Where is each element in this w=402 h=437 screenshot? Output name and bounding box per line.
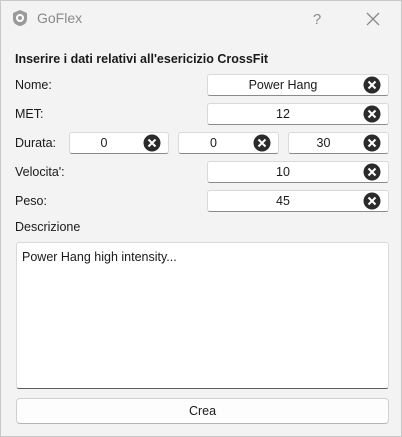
met-clear-icon[interactable] [363, 105, 381, 123]
durata-hours-field[interactable]: 0 [69, 132, 169, 154]
peso-field[interactable]: 45 [207, 190, 389, 212]
nome-clear-icon[interactable] [363, 76, 381, 94]
velocita-clear-icon[interactable] [363, 163, 381, 181]
descrizione-value: Power Hang high intensity... [22, 250, 177, 264]
durata-minutes-value: 0 [210, 136, 217, 150]
velocita-label: Velocita': [15, 165, 65, 179]
velocita-value: 10 [276, 165, 290, 179]
close-icon [366, 12, 380, 26]
peso-clear-icon[interactable] [363, 192, 381, 210]
window-title: GoFlex [37, 10, 83, 26]
close-button[interactable] [353, 5, 393, 33]
descrizione-label: Descrizione [15, 220, 81, 234]
peso-label: Peso: [15, 194, 47, 208]
met-value: 12 [276, 107, 290, 121]
title-bar: GoFlex ? [1, 1, 401, 37]
nome-field[interactable]: Power Hang [207, 74, 389, 96]
durata-label: Durata: [15, 136, 56, 150]
goflex-app-icon [11, 9, 29, 27]
durata-minutes-field[interactable]: 0 [178, 132, 279, 154]
durata-minutes-clear-icon[interactable] [253, 134, 271, 152]
nome-value: Power Hang [248, 78, 318, 92]
durata-hours-clear-icon[interactable] [143, 134, 161, 152]
question-mark-icon: ? [312, 10, 322, 28]
met-label: MET: [15, 107, 44, 121]
met-field[interactable]: 12 [207, 103, 389, 125]
help-button[interactable]: ? [297, 5, 337, 33]
velocita-field[interactable]: 10 [207, 161, 389, 183]
nome-label: Nome: [15, 78, 52, 92]
durata-seconds-field[interactable]: 30 [288, 132, 389, 154]
create-button[interactable]: Crea [16, 398, 389, 424]
dialog-window: GoFlex ? Inserire i dati relativi all'es… [0, 0, 402, 437]
durata-seconds-clear-icon[interactable] [363, 134, 381, 152]
durata-seconds-value: 30 [316, 136, 331, 150]
durata-hours-value: 0 [100, 136, 108, 150]
descrizione-textarea[interactable]: Power Hang high intensity... [16, 242, 389, 389]
form-heading: Inserire i dati relativi all'esericizio … [15, 52, 269, 66]
peso-value: 45 [276, 194, 290, 208]
